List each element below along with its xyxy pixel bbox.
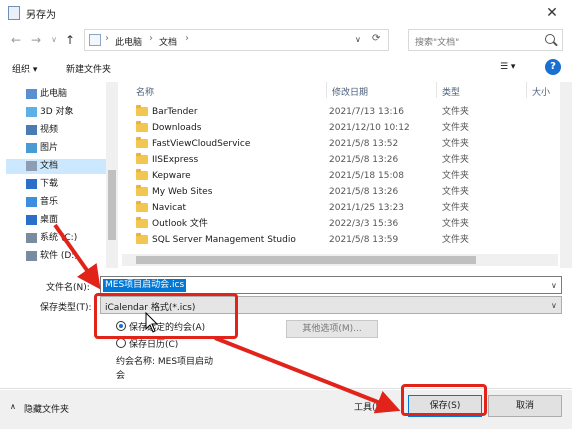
refresh-button[interactable]: ⟳: [372, 33, 380, 44]
sidebar-item-documents[interactable]: 文档: [6, 159, 106, 174]
file-row[interactable]: FastViewCloudService 2021/5/8 13:52 文件夹: [136, 136, 556, 152]
file-row[interactable]: Navicat 2021/1/25 13:23 文件夹: [136, 200, 556, 216]
save-calendar-radio[interactable]: [116, 338, 126, 348]
save-type-dropdown-icon[interactable]: ∨: [551, 301, 557, 310]
annotation-highlight-save-type: [94, 293, 238, 339]
new-folder-button[interactable]: 新建文件夹: [66, 62, 111, 75]
folder-icon: [136, 201, 148, 212]
computer-icon: [26, 89, 37, 99]
search-icon: [545, 34, 555, 44]
sidebar-item-downloads[interactable]: 下载: [6, 177, 106, 192]
documents-icon: [26, 161, 37, 171]
breadcrumb-documents[interactable]: 文档: [159, 35, 177, 48]
filename-selected-text: MES项目启动会.ics: [103, 279, 187, 292]
file-row[interactable]: Downloads 2021/12/10 10:12 文件夹: [136, 120, 556, 136]
sidebar-item-drive-c[interactable]: 系统 (C:): [6, 231, 106, 246]
appointment-name-text-continued: 会: [116, 371, 126, 381]
folder-icon: [136, 121, 148, 132]
pictures-icon: [26, 143, 37, 153]
column-header-type[interactable]: 类型: [442, 85, 460, 98]
file-list: 名称 修改日期 类型 大小 BarTender 2021/7/13 13:16 文件…: [122, 82, 558, 268]
file-row[interactable]: Outlook 文件 2022/3/3 15:36 文件夹: [136, 216, 556, 232]
column-divider[interactable]: [326, 82, 327, 98]
file-row[interactable]: BarTender 2021/7/13 13:16 文件夹: [136, 104, 556, 120]
filename-input[interactable]: MES项目启动会.ics ∨: [100, 276, 562, 294]
filename-label: 文件名(N):: [46, 283, 90, 293]
hide-folders-button[interactable]: 隐藏文件夹: [24, 402, 69, 415]
sidebar-item-pictures[interactable]: 图片: [6, 141, 106, 156]
appointment-name-text: 约会名称: MES项目启动: [116, 357, 214, 367]
tools-menu-button[interactable]: 工具(L) ▾: [354, 400, 391, 413]
folder-icon: [136, 153, 148, 164]
path-separator: ›: [149, 33, 153, 44]
view-options-button[interactable]: ☰ ▾: [500, 62, 515, 72]
annotation-highlight-save-button: [401, 384, 487, 416]
column-header-name[interactable]: 名称: [136, 85, 154, 98]
column-header-size[interactable]: 大小: [532, 85, 550, 98]
up-button[interactable]: ↑: [62, 31, 78, 49]
close-button[interactable]: ✕: [532, 0, 572, 26]
navigation-pane: 此电脑 3D 对象 视频 图片 文档 下载 音乐 桌面 系统 (C:) 软件 (…: [0, 82, 120, 268]
sidebar-item-videos[interactable]: 视频: [6, 123, 106, 138]
file-row[interactable]: IISExpress 2021/5/8 13:26 文件夹: [136, 152, 556, 168]
address-bar[interactable]: › 此电脑 › 文档 › ∨ ⟳: [84, 29, 389, 51]
save-dialog-icon: [8, 6, 20, 20]
sidebar-scrollbar-thumb[interactable]: [108, 170, 116, 240]
music-icon: [26, 197, 37, 207]
file-row[interactable]: My Web Sites 2021/5/8 13:26 文件夹: [136, 184, 556, 200]
folder-icon: [136, 185, 148, 196]
address-dropdown-button[interactable]: ∨: [355, 35, 361, 44]
path-separator: ›: [185, 33, 189, 44]
navigation-bar: ← → ∨ ↑ › 此电脑 › 文档 › ∨ ⟳ 搜索"文档": [0, 26, 572, 54]
sidebar-item-music[interactable]: 音乐: [6, 195, 106, 210]
search-input[interactable]: 搜索"文档": [415, 35, 459, 48]
drive-icon: [26, 233, 37, 243]
command-toolbar: 组织 ▾ 新建文件夹 ☰ ▾ ?: [0, 56, 572, 80]
desktop-icon: [26, 215, 37, 225]
search-box[interactable]: 搜索"文档": [408, 29, 563, 51]
folder-icon: [136, 105, 148, 116]
path-separator: ›: [105, 33, 109, 44]
title-bar: 另存为 ✕: [0, 0, 572, 26]
help-icon[interactable]: ?: [545, 59, 561, 75]
window-title: 另存为: [26, 10, 56, 21]
file-row[interactable]: Kepware 2021/5/18 15:08 文件夹: [136, 168, 556, 184]
file-row[interactable]: SQL Server Management Studio 2021/5/8 13:…: [136, 232, 556, 248]
folder-icon: [136, 137, 148, 148]
save-type-label: 保存类型(T):: [40, 303, 92, 313]
sidebar-item-desktop[interactable]: 桌面: [6, 213, 106, 228]
column-divider[interactable]: [436, 82, 437, 98]
forward-button[interactable]: →: [28, 31, 44, 49]
filename-dropdown-icon[interactable]: ∨: [551, 281, 557, 290]
download-icon: [26, 179, 37, 189]
breadcrumb-this-pc[interactable]: 此电脑: [115, 35, 142, 48]
back-button[interactable]: ←: [8, 31, 24, 49]
file-list-horizontal-thumb[interactable]: [136, 256, 476, 264]
chevron-up-icon[interactable]: ∧: [10, 402, 16, 411]
sidebar-item-this-pc[interactable]: 此电脑: [6, 87, 106, 102]
sidebar-item-drive-d[interactable]: 软件 (D:): [6, 249, 106, 264]
file-list-scrollbar[interactable]: [560, 82, 572, 268]
column-header-date[interactable]: 修改日期: [332, 85, 368, 98]
location-icon: [89, 34, 101, 46]
cancel-button[interactable]: 取消: [488, 395, 562, 417]
organize-button[interactable]: 组织 ▾: [12, 62, 37, 75]
drive-icon: [26, 251, 37, 261]
folder-icon: [136, 169, 148, 180]
sidebar-item-3d-objects[interactable]: 3D 对象: [6, 105, 106, 120]
cube-icon: [26, 107, 37, 117]
video-icon: [26, 125, 37, 135]
folder-icon: [136, 233, 148, 244]
column-divider[interactable]: [526, 82, 527, 98]
recent-locations-button[interactable]: ∨: [46, 31, 62, 49]
folder-icon: [136, 217, 148, 228]
more-options-button[interactable]: 其他选项(M)...: [286, 320, 378, 338]
